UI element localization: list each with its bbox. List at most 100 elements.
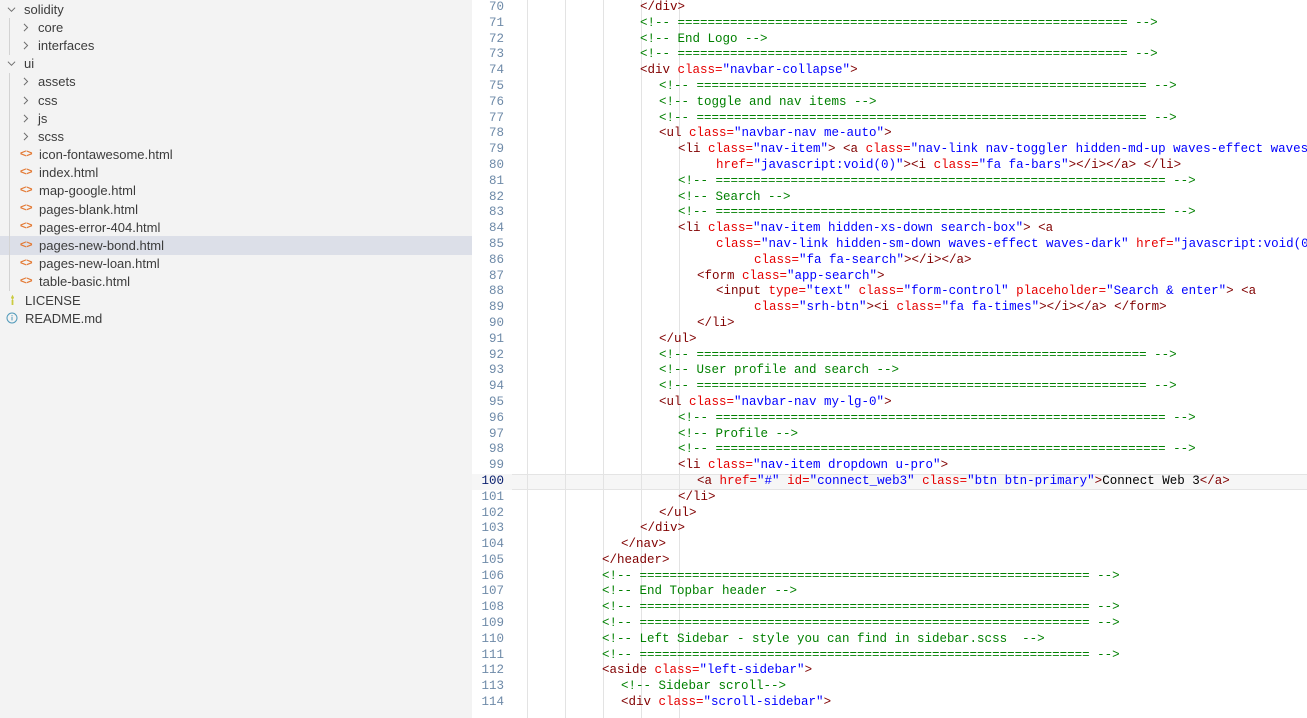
code-line[interactable]: 90 </li>: [472, 316, 1307, 332]
chevron-right-icon[interactable]: [18, 114, 32, 123]
tree-item-pages-error-404-html[interactable]: <> pages-error-404.html: [0, 218, 472, 237]
code-line-content[interactable]: <!-- ===================================…: [512, 648, 1307, 664]
code-line-content[interactable]: </ul>: [512, 332, 1307, 348]
code-line-content[interactable]: <!-- ===================================…: [512, 379, 1307, 395]
tree-item-index-html[interactable]: <> index.html: [0, 163, 472, 182]
code-line[interactable]: 111 <!-- ================================…: [472, 648, 1307, 664]
chevron-right-icon[interactable]: [18, 96, 32, 105]
code-line[interactable]: 108 <!-- ================================…: [472, 600, 1307, 616]
code-line[interactable]: 113 <!-- Sidebar scroll-->: [472, 679, 1307, 695]
code-line[interactable]: 94 <!-- =================================…: [472, 379, 1307, 395]
code-line[interactable]: 106 <!-- ================================…: [472, 569, 1307, 585]
code-line-content[interactable]: <!-- ===================================…: [512, 111, 1307, 127]
tree-item-solidity[interactable]: solidity: [0, 0, 472, 18]
code-line[interactable]: 98 <!-- =================================…: [472, 442, 1307, 458]
code-line[interactable]: 109 <!-- ================================…: [472, 616, 1307, 632]
tree-item-table-basic-html[interactable]: <> table-basic.html: [0, 272, 472, 291]
code-line-content[interactable]: <!-- ===================================…: [512, 442, 1307, 458]
code-line-content[interactable]: <!-- ===================================…: [512, 79, 1307, 95]
code-line-content[interactable]: </ul>: [512, 506, 1307, 522]
code-line-content[interactable]: <!-- Left Sidebar - style you can find i…: [512, 632, 1307, 648]
code-scroll-area[interactable]: 70 </div> 71 <!-- =========================…: [472, 0, 1307, 718]
tree-item-interfaces[interactable]: interfaces: [0, 36, 472, 55]
chevron-right-icon[interactable]: [18, 23, 32, 32]
code-line[interactable]: 114 <div class="scroll-sidebar">: [472, 695, 1307, 711]
code-line-content[interactable]: <!-- End Logo -->: [512, 32, 1307, 48]
code-line-content[interactable]: <!-- ===================================…: [512, 16, 1307, 32]
code-line[interactable]: 81 <!-- =================================…: [472, 174, 1307, 190]
tree-item-js[interactable]: js: [0, 109, 472, 128]
code-line[interactable]: 80 href="javascript:void(0)"><i class="fa…: [472, 158, 1307, 174]
code-line-content[interactable]: </div>: [512, 521, 1307, 537]
code-line[interactable]: 73 <!-- =================================…: [472, 47, 1307, 63]
code-line[interactable]: 102 </ul>: [472, 506, 1307, 522]
code-line[interactable]: 83 <!-- =================================…: [472, 205, 1307, 221]
code-line[interactable]: 71 <!-- =================================…: [472, 16, 1307, 32]
code-line[interactable]: 99 <li class="nav-item dropdown u-pro">: [472, 458, 1307, 474]
code-line[interactable]: 101 </li>: [472, 490, 1307, 506]
code-line-content[interactable]: <div class="navbar-collapse">: [512, 63, 1307, 79]
tree-item-pages-blank-html[interactable]: <> pages-blank.html: [0, 200, 472, 219]
code-line-content[interactable]: <!-- Search -->: [512, 190, 1307, 206]
code-line-content[interactable]: <!-- ===================================…: [512, 616, 1307, 632]
code-line[interactable]: 82 <!-- Search -->: [472, 190, 1307, 206]
code-line-content[interactable]: class="nav-link hidden-sm-down waves-eff…: [512, 237, 1307, 253]
tree-item-css[interactable]: css: [0, 90, 472, 110]
tree-item-pages-new-loan-html[interactable]: <> pages-new-loan.html: [0, 254, 472, 273]
code-line[interactable]: 100 <a href="#" id="connect_web3" class="…: [472, 473, 1307, 490]
code-line[interactable]: 78 <ul class="navbar-nav me-auto">: [472, 126, 1307, 142]
code-editor-panel[interactable]: 70 </div> 71 <!-- =========================…: [472, 0, 1307, 718]
code-line-content[interactable]: <!-- ===================================…: [512, 348, 1307, 364]
code-line[interactable]: 70 </div>: [472, 0, 1307, 16]
tree-item-ui[interactable]: ui: [0, 55, 472, 73]
code-line[interactable]: 88 <input type="text" class="form-control…: [472, 284, 1307, 300]
code-line-content[interactable]: <aside class="left-sidebar">: [512, 663, 1307, 679]
tree-item-assets[interactable]: assets: [0, 72, 472, 91]
code-line-content[interactable]: <ul class="navbar-nav my-lg-0">: [512, 395, 1307, 411]
code-line-content[interactable]: <ul class="navbar-nav me-auto">: [512, 126, 1307, 142]
code-line[interactable]: 72 <!-- End Logo -->: [472, 32, 1307, 48]
chevron-right-icon[interactable]: [18, 77, 32, 86]
code-line-content[interactable]: <a href="#" id="connect_web3" class="btn…: [512, 474, 1307, 490]
code-line[interactable]: 86 class="fa fa-search"></i></a>: [472, 253, 1307, 269]
file-explorer-panel[interactable]: solidity core interfaces ui assets css js scss <…: [0, 0, 472, 718]
code-line[interactable]: 112 <aside class="left-sidebar">: [472, 663, 1307, 679]
code-line[interactable]: 75 <!-- =================================…: [472, 79, 1307, 95]
tree-item-core[interactable]: core: [0, 18, 472, 37]
tree-item-icon-fontawesome-html[interactable]: <> icon-fontawesome.html: [0, 145, 472, 164]
code-line[interactable]: 97 <!-- Profile -->: [472, 427, 1307, 443]
code-line[interactable]: 85 class="nav-link hidden-sm-down waves-e…: [472, 237, 1307, 253]
tree-item-pages-new-bond-html[interactable]: <> pages-new-bond.html: [0, 236, 472, 255]
chevron-down-icon[interactable]: [4, 59, 18, 68]
code-line-content[interactable]: <!-- ===================================…: [512, 600, 1307, 616]
code-line[interactable]: 107 <!-- End Topbar header -->: [472, 584, 1307, 600]
code-line-content[interactable]: </header>: [512, 553, 1307, 569]
chevron-right-icon[interactable]: [18, 132, 32, 141]
code-line[interactable]: 89 class="srh-btn"><i class="fa fa-times"…: [472, 300, 1307, 316]
code-line-content[interactable]: <!-- ===================================…: [512, 411, 1307, 427]
code-line[interactable]: 104 </nav>: [472, 537, 1307, 553]
code-line[interactable]: 103 </div>: [472, 521, 1307, 537]
code-line-content[interactable]: class="srh-btn"><i class="fa fa-times"><…: [512, 300, 1307, 316]
code-line[interactable]: 96 <!-- =================================…: [472, 411, 1307, 427]
code-line[interactable]: 95 <ul class="navbar-nav my-lg-0">: [472, 395, 1307, 411]
code-line-content[interactable]: href="javascript:void(0)"><i class="fa f…: [512, 158, 1307, 174]
tree-item-license[interactable]: LICENSE: [0, 291, 472, 309]
chevron-down-icon[interactable]: [4, 5, 18, 14]
code-line[interactable]: 110 <!-- Left Sidebar - style you can fin…: [472, 632, 1307, 648]
code-line-content[interactable]: <!-- User profile and search -->: [512, 363, 1307, 379]
code-line-content[interactable]: <li class="nav-item dropdown u-pro">: [512, 458, 1307, 474]
code-line-content[interactable]: <!-- Profile -->: [512, 427, 1307, 443]
tree-item-scss[interactable]: scss: [0, 127, 472, 146]
code-line-content[interactable]: <!-- End Topbar header -->: [512, 584, 1307, 600]
tree-item-readme-md[interactable]: README.md: [0, 309, 472, 327]
code-line-content[interactable]: <li class="nav-item"> <a class="nav-link…: [512, 142, 1307, 158]
code-line-content[interactable]: <input type="text" class="form-control" …: [512, 284, 1307, 300]
code-line[interactable]: 76 <!-- toggle and nav items -->: [472, 95, 1307, 111]
code-line-content[interactable]: <div class="scroll-sidebar">: [512, 695, 1307, 711]
code-line-content[interactable]: <li class="nav-item hidden-xs-down searc…: [512, 221, 1307, 237]
code-line-content[interactable]: <!-- toggle and nav items -->: [512, 95, 1307, 111]
code-line[interactable]: 77 <!-- =================================…: [472, 111, 1307, 127]
code-line-content[interactable]: <!-- ===================================…: [512, 569, 1307, 585]
code-line[interactable]: 93 <!-- User profile and search -->: [472, 363, 1307, 379]
